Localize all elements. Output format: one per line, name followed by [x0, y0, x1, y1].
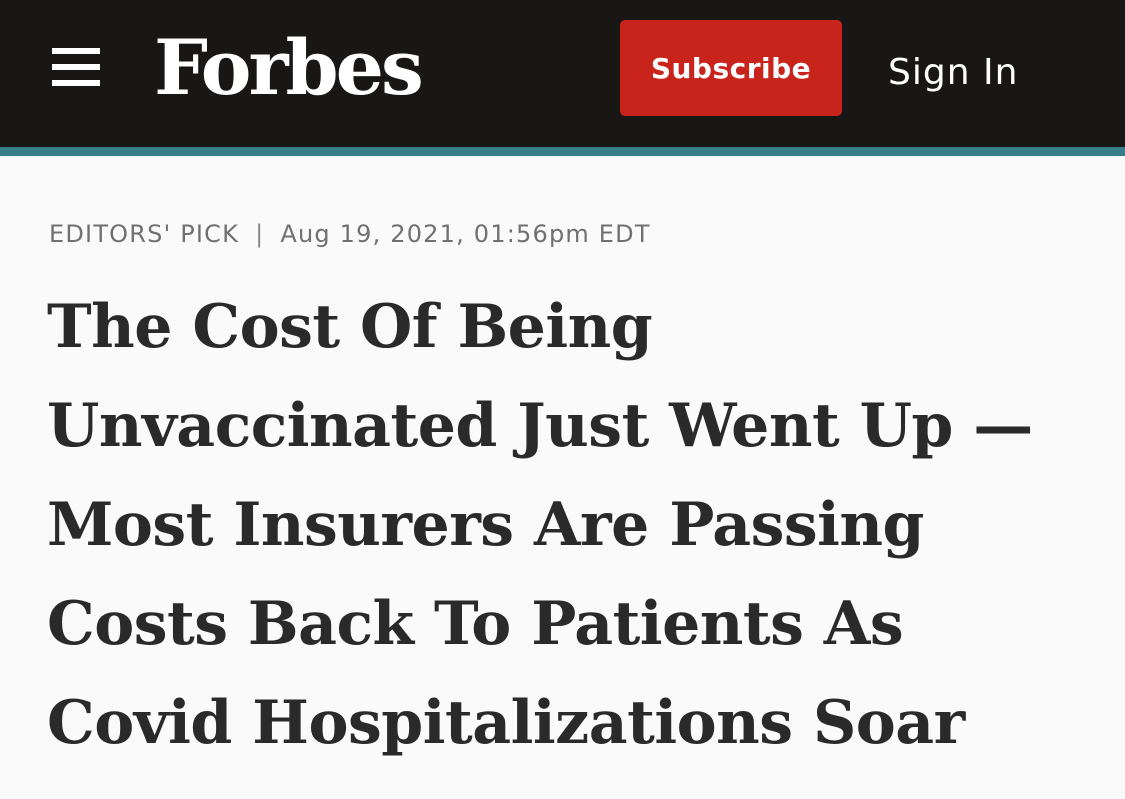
headline-line: Unvaccinated Just Went Up —: [47, 391, 1033, 461]
header-accent-divider: [0, 147, 1125, 156]
headline-line: Most Insurers Are Passing: [47, 490, 925, 560]
headline-line: The Cost Of Being: [47, 292, 653, 362]
publish-timestamp: Aug 19, 2021, 01:56pm EDT: [280, 220, 651, 248]
meta-separator: |: [255, 220, 265, 248]
subscribe-button[interactable]: Subscribe: [620, 20, 842, 116]
category-label[interactable]: EDITORS' PICK: [49, 220, 239, 248]
sign-in-link[interactable]: Sign In: [888, 40, 1018, 106]
article-meta: EDITORS' PICK | Aug 19, 2021, 01:56pm EDT: [49, 214, 651, 254]
hamburger-menu-button[interactable]: [52, 48, 102, 88]
headline-line: Covid Hospitalizations Soar: [47, 688, 965, 758]
article-headline: The Cost Of Being Unvaccinated Just Went…: [47, 278, 1097, 773]
hamburger-icon-bar: [52, 64, 100, 70]
hamburger-icon-bar: [52, 48, 100, 54]
hamburger-icon-bar: [52, 80, 100, 86]
forbes-logo[interactable]: Forbes: [154, 18, 424, 118]
top-navigation-bar: Forbes Subscribe Sign In: [0, 0, 1125, 147]
headline-line: Costs Back To Patients As: [47, 589, 904, 659]
